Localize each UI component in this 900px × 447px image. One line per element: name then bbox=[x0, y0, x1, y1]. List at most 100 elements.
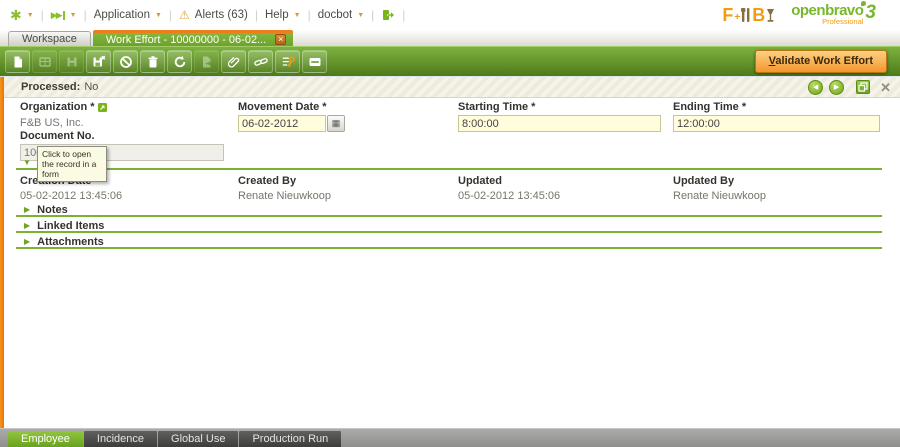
maximize-button[interactable] bbox=[856, 80, 870, 94]
section-divider bbox=[16, 247, 882, 249]
fb-logo-b: B bbox=[752, 7, 765, 23]
wine-glass-icon bbox=[766, 8, 775, 23]
document-no-label: Document No. bbox=[20, 130, 95, 142]
starting-time-field: Starting Time * bbox=[458, 101, 661, 132]
chevron-down-icon: ▼ bbox=[27, 12, 34, 19]
updated-by-field: Updated By Renate Nieuwkoop bbox=[673, 175, 766, 202]
chevron-down-icon: ▼ bbox=[357, 12, 364, 19]
fb-logo-f: F bbox=[722, 7, 733, 23]
movement-date-field: Movement Date * ▦ bbox=[238, 101, 345, 132]
tab-close-icon[interactable]: × bbox=[275, 34, 286, 45]
user-menu[interactable]: docbot ▼ bbox=[318, 9, 364, 21]
paperclip-icon bbox=[227, 55, 241, 69]
tab-workspace[interactable]: Workspace bbox=[8, 31, 91, 46]
warning-icon: ⚠ bbox=[179, 9, 190, 21]
divider: | bbox=[84, 8, 87, 22]
save-icon bbox=[65, 55, 79, 69]
export-button bbox=[194, 50, 219, 73]
calendar-icon: ▦ bbox=[332, 118, 341, 128]
tools-button[interactable] bbox=[275, 50, 300, 73]
starting-time-input[interactable] bbox=[458, 115, 661, 132]
tab-employee[interactable]: Employee bbox=[8, 431, 83, 447]
movement-date-label: Movement Date bbox=[238, 101, 319, 113]
delete-button[interactable] bbox=[140, 50, 165, 73]
ending-time-input[interactable] bbox=[673, 115, 880, 132]
tab-production-run[interactable]: Production Run bbox=[239, 431, 341, 447]
creation-date-value: 05-02-2012 13:45:06 bbox=[20, 190, 122, 202]
fb-logo-plus: + bbox=[734, 13, 740, 23]
previous-icon: ◀ bbox=[813, 84, 818, 91]
divider: | bbox=[255, 8, 258, 22]
openbravo-logo-text: openbravo bbox=[791, 4, 863, 18]
section-divider bbox=[16, 168, 882, 170]
next-record-button[interactable]: ▶ bbox=[829, 80, 844, 95]
save-close-icon bbox=[92, 55, 106, 69]
starting-time-label: Starting Time bbox=[458, 101, 528, 113]
export-icon bbox=[200, 55, 214, 69]
record-toolbar: Validate Work Effort bbox=[0, 46, 900, 76]
section-collapsed-icon: ▶ bbox=[24, 237, 30, 247]
section-divider bbox=[16, 231, 882, 233]
chevron-down-icon: ▼ bbox=[155, 12, 162, 19]
main-tab-bar: Workspace Work Effort - 10000000 - 06-02… bbox=[0, 30, 900, 46]
organization-label: Organization bbox=[20, 101, 87, 113]
refresh-button[interactable] bbox=[167, 50, 192, 73]
new-row-grid-icon bbox=[38, 55, 52, 69]
section-expanded-icon[interactable]: ▼ bbox=[23, 158, 31, 168]
tab-incidence[interactable]: Incidence bbox=[84, 431, 157, 447]
openbravo-version: 3 bbox=[865, 4, 876, 21]
star-icon: ✱ bbox=[10, 8, 22, 22]
application-menu-label: Application bbox=[94, 9, 150, 21]
save-close-button[interactable] bbox=[86, 50, 111, 73]
top-navigation-bar: ✱ ▼ | ▶▶ ▼ | Application ▼ | ⚠ Alerts (6… bbox=[0, 0, 900, 30]
required-mark: * bbox=[90, 101, 94, 113]
alerts-menu[interactable]: ⚠ Alerts (63) bbox=[179, 9, 248, 21]
link-icon bbox=[254, 55, 268, 69]
divider: | bbox=[308, 8, 311, 22]
maximize-icon bbox=[858, 82, 868, 92]
cancel-icon bbox=[119, 55, 133, 69]
processed-value: No bbox=[84, 81, 98, 93]
section-collapsed-icon: ▶ bbox=[24, 205, 30, 215]
cancel-button[interactable] bbox=[113, 50, 138, 73]
calendar-button[interactable]: ▦ bbox=[327, 115, 345, 132]
chevron-down-icon: ▼ bbox=[70, 12, 77, 19]
leaf-icon bbox=[861, 1, 866, 6]
validate-work-effort-button[interactable]: Validate Work Effort bbox=[755, 50, 887, 73]
new-document-button[interactable] bbox=[5, 50, 30, 73]
help-menu-label: Help bbox=[265, 9, 289, 21]
child-tab-bar: Employee Incidence Global Use Production… bbox=[0, 428, 900, 447]
updated-by-value: Renate Nieuwkoop bbox=[673, 190, 766, 202]
divider: | bbox=[169, 8, 172, 22]
divider: | bbox=[371, 8, 374, 22]
close-record-button[interactable]: ✕ bbox=[880, 81, 891, 94]
logout-icon bbox=[381, 8, 395, 22]
updated-by-label: Updated By bbox=[673, 175, 766, 187]
recent-views-menu[interactable]: ▶▶ ▼ bbox=[51, 11, 77, 20]
new-document-icon bbox=[11, 55, 25, 69]
tooltip: Click to open the record in a form bbox=[37, 146, 107, 182]
help-menu[interactable]: Help ▼ bbox=[265, 9, 301, 21]
form-view-button[interactable] bbox=[302, 50, 327, 73]
previous-record-button[interactable]: ◀ bbox=[808, 80, 823, 95]
chevron-down-icon: ▼ bbox=[294, 12, 301, 19]
created-by-label: Created By bbox=[238, 175, 331, 187]
logout-button[interactable] bbox=[381, 8, 395, 22]
movement-date-input[interactable] bbox=[238, 115, 326, 132]
tab-work-effort[interactable]: Work Effort - 10000000 - 06-02... × bbox=[93, 30, 293, 46]
created-by-value: Renate Nieuwkoop bbox=[238, 190, 331, 202]
application-menu[interactable]: Application ▼ bbox=[94, 9, 162, 21]
field-link-icon[interactable] bbox=[98, 103, 107, 112]
attachment-button[interactable] bbox=[221, 50, 246, 73]
tab-work-effort-label: Work Effort - 10000000 - 06-02... bbox=[106, 34, 266, 46]
link-button[interactable] bbox=[248, 50, 273, 73]
required-mark: * bbox=[531, 101, 535, 113]
tab-global-use[interactable]: Global Use bbox=[158, 431, 238, 447]
ending-time-field: Ending Time * bbox=[673, 101, 880, 132]
record-status-bar: Processed: No ◀ ▶ ✕ bbox=[4, 77, 900, 98]
utensils-icon bbox=[741, 7, 751, 23]
ending-time-label: Ending Time bbox=[673, 101, 739, 113]
openbravo-edition-text: Professional bbox=[822, 18, 863, 26]
trash-icon bbox=[146, 55, 160, 69]
favorites-menu[interactable]: ✱ ▼ bbox=[10, 8, 34, 22]
